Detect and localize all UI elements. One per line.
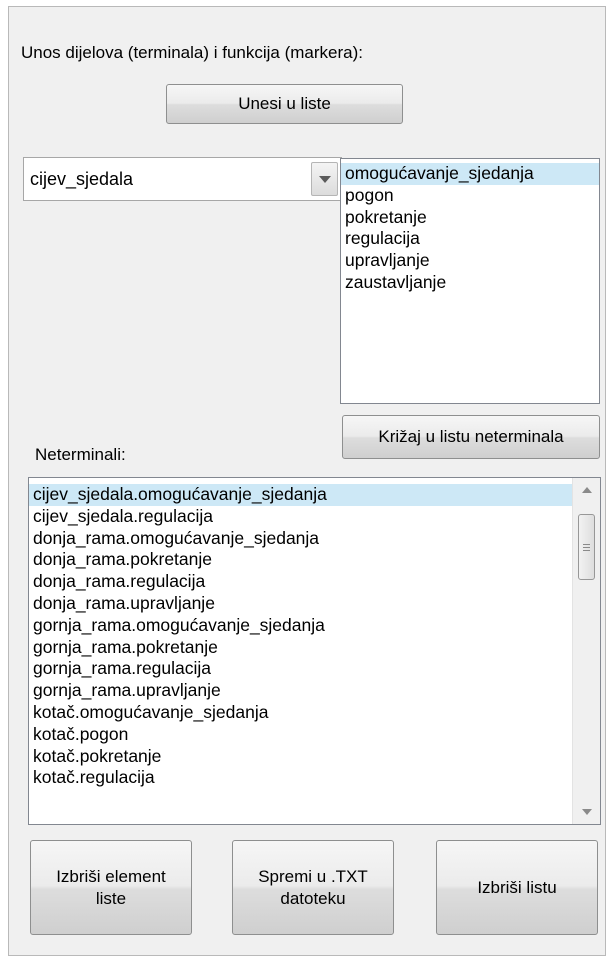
list-item[interactable]: gornja_rama.omogućavanje_sjedanja [29,615,572,637]
list-item[interactable]: cijev_sjedala.regulacija [29,506,572,528]
list-item[interactable]: kotač.pokretanje [29,746,572,768]
list-item[interactable]: donja_rama.pokretanje [29,549,572,571]
nonterminals-label: Neterminali: [35,445,126,464]
scroll-up-arrow-icon [581,487,592,493]
list-item[interactable]: donja_rama.omogućavanje_sjedanja [29,528,572,550]
list-item[interactable]: gornja_rama.upravljanje [29,680,572,702]
grip-icon [583,542,590,553]
list-item[interactable]: cijev_sjedala.omogućavanje_sjedanja [29,484,572,506]
list-item[interactable]: kotač.omogućavanje_sjedanja [29,702,572,724]
nonterminals-listbox[interactable]: cijev_sjedala.omogućavanje_sjedanja cijev… [28,477,601,825]
form-panel: Unos dijelova (terminala) i funkcija (ma… [8,6,606,956]
terminals-label: Unos dijelova (terminala) i funkcija (ma… [21,43,364,62]
nonterminals-scrollbar[interactable] [572,478,600,824]
scroll-down-button[interactable] [573,800,600,824]
delete-list-button[interactable]: Izbriši listu [436,840,598,935]
list-item[interactable]: upravljanje [341,250,599,272]
list-item[interactable]: donja_rama.regulacija [29,571,572,593]
list-item[interactable]: donja_rama.upravljanje [29,593,572,615]
list-item[interactable]: regulacija [341,228,599,250]
list-item[interactable]: zaustavljanje [341,272,599,294]
combobox-dropdown-button[interactable] [311,162,338,196]
enter-into-lists-button[interactable]: Unesi u liste [166,84,403,124]
delete-list-element-button[interactable]: Izbriši element liste [30,840,192,935]
scroll-up-button[interactable] [573,478,600,502]
list-item[interactable]: omogućavanje_sjedanja [341,163,599,185]
cross-into-nonterminals-button[interactable]: Križaj u listu neterminala [342,415,600,459]
list-item[interactable]: gornja_rama.pokretanje [29,637,572,659]
save-txt-button[interactable]: Spremi u .TXT datoteku [232,840,394,935]
functions-listbox[interactable]: omogućavanje_sjedanja pogon pokretanje regu… [340,158,600,404]
scroll-down-arrow-icon [581,809,592,815]
parts-combobox-value: cijev_sjedala [30,169,134,189]
chevron-down-icon [318,175,331,183]
list-item[interactable]: pogon [341,185,599,207]
list-item[interactable]: kotač.regulacija [29,767,572,789]
list-item[interactable]: pokretanje [341,207,599,229]
list-item[interactable]: gornja_rama.regulacija [29,658,572,680]
scrollbar-thumb[interactable] [578,514,595,580]
list-item[interactable]: kotač.pogon [29,724,572,746]
parts-combobox[interactable]: cijev_sjedala [23,157,342,201]
